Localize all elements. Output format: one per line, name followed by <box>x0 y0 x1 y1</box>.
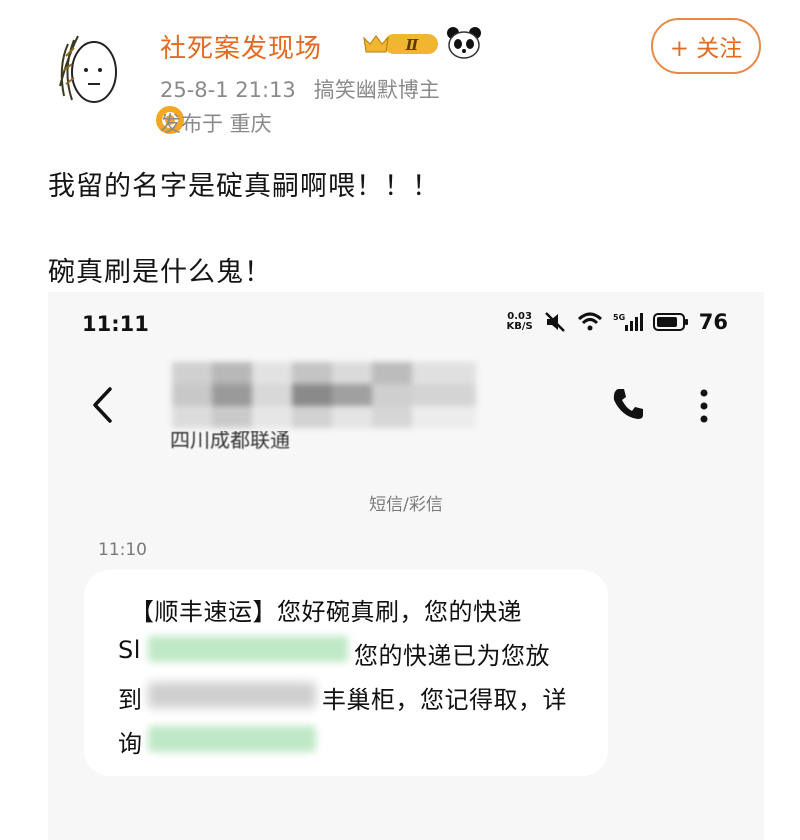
message-line: 到 <box>118 686 143 714</box>
signal-icon: 5G <box>613 313 643 331</box>
status-icons: 0.03 KB/S 5G 76 <box>507 310 728 334</box>
message-line: 【顺丰速运】您好碗真刷，您的快递 <box>130 598 522 626</box>
vip-badge-icon[interactable]: Ⅱ <box>360 30 442 58</box>
sms-type-label: 短信/彩信 <box>369 495 443 515</box>
message-line: Sl <box>118 636 141 664</box>
back-icon[interactable] <box>90 386 114 424</box>
post-timestamp: 25-8-1 21:13 <box>160 78 296 102</box>
battery-icon <box>652 313 688 331</box>
post-text-line: 碗真刷是什么鬼！ <box>48 257 272 288</box>
follow-button[interactable]: + 关注 <box>651 18 761 74</box>
post-header: 社死案发现场 Ⅱ 25-8-1 21:13 搞笑幽默博主 发布于 重庆 + 关注 <box>0 0 800 150</box>
net-speed-unit: KB/S <box>506 321 533 332</box>
avatar-doodle-icon <box>59 35 117 103</box>
message-line: 丰巢柜，您记得取，详 <box>322 686 567 714</box>
message-line: 您的快递已为您放 <box>354 642 550 670</box>
redacted-tracking <box>148 636 348 662</box>
post-text-line: 我留的名字是碇真嗣啊喂！！！ <box>48 171 440 202</box>
battery-percent: 76 <box>698 310 728 334</box>
status-time: 11:11 <box>82 312 149 336</box>
user-tag: 搞笑幽默博主 <box>313 78 440 102</box>
message-time: 11:10 <box>98 540 147 560</box>
follow-label: + 关注 <box>669 36 743 62</box>
phone-icon[interactable] <box>610 386 646 422</box>
vip-level-label: Ⅱ <box>405 36 420 54</box>
message-bubble[interactable]: 【顺丰速运】您好碗真刷，您的快递 Sl 您的快递已为您放 到 丰巢柜，您记得取，… <box>84 570 608 776</box>
message-line: 询 <box>118 730 143 758</box>
mute-icon <box>544 312 565 332</box>
post-location: 发布于 重庆 <box>160 112 272 136</box>
wifi-icon <box>577 312 602 331</box>
sender-location: 四川成都联通 <box>170 428 290 452</box>
redacted-address <box>148 682 316 708</box>
post-meta: 25-8-1 21:13 搞笑幽默博主 <box>160 74 458 104</box>
net-speed: 0.03 KB/S <box>507 312 533 332</box>
avatar[interactable] <box>50 26 186 136</box>
username[interactable]: 社死案发现场 <box>160 28 322 65</box>
redacted-sender <box>172 362 476 428</box>
redacted-link <box>148 726 316 752</box>
panda-icon <box>447 27 481 59</box>
svg-text:5G: 5G <box>613 313 625 322</box>
more-icon[interactable] <box>696 388 712 424</box>
embedded-screenshot[interactable]: 11:11 0.03 KB/S 5G 76 四川成都联通 短信/彩信 11:10… <box>48 292 764 840</box>
